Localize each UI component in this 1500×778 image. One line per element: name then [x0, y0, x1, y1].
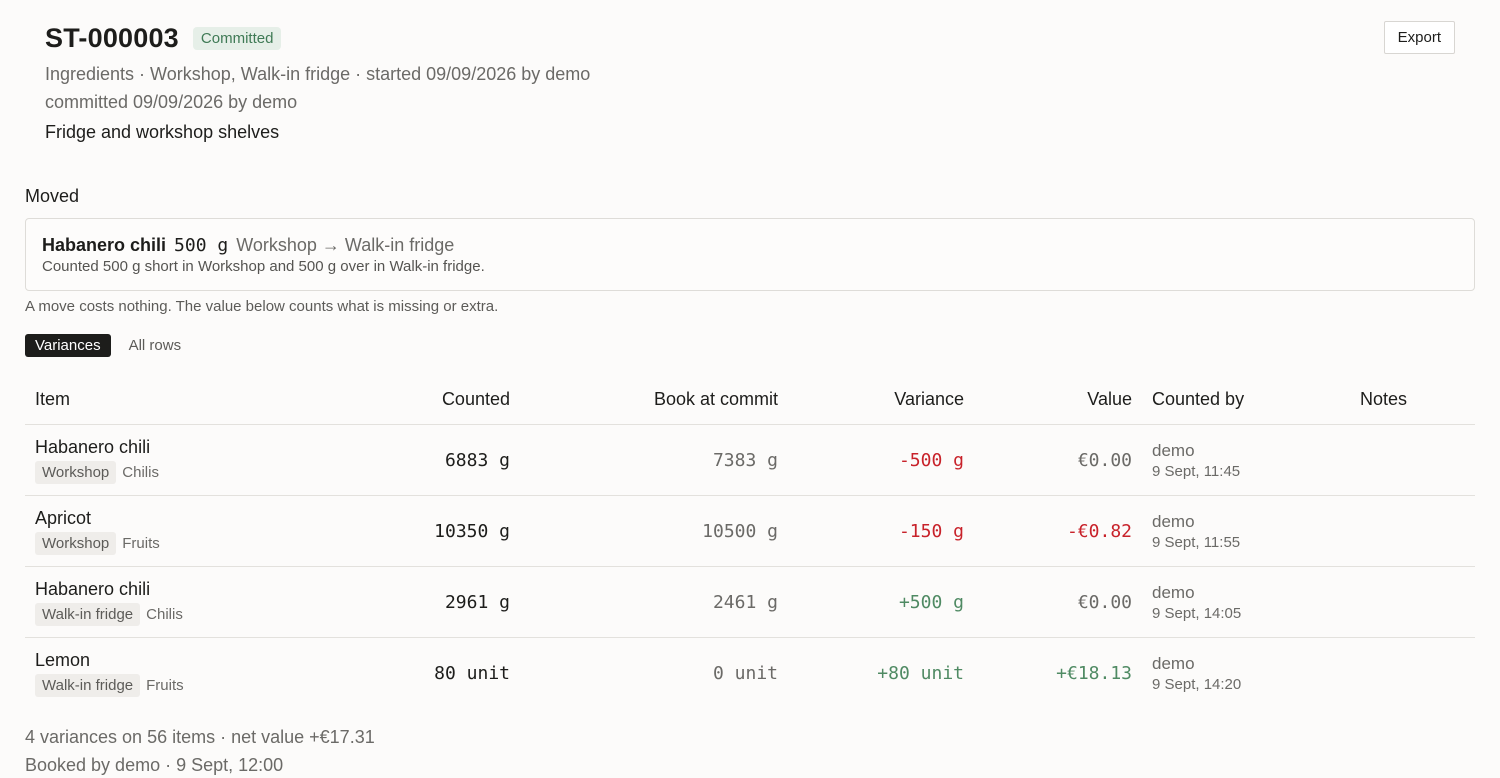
row-variance: +80 unit [877, 662, 964, 684]
col-counted[interactable]: Counted [310, 374, 520, 425]
page-header: ST-000003 Committed Export Ingredients ·… [45, 20, 1455, 147]
count-description: Fridge and workshop shelves [45, 122, 280, 142]
moved-summary: Habanero chili 500 g Workshop → Walk-in … [42, 235, 454, 256]
category-label: Fruits [122, 534, 160, 552]
row-counted-by: demo [1152, 653, 1195, 673]
table-row[interactable]: Habanero chili Walk-in fridge Chilis 2961… [25, 566, 1475, 638]
row-item-name: Habanero chili [35, 436, 151, 457]
page-title: ST-000003 [45, 22, 179, 53]
row-value: €0.00 [1077, 449, 1132, 471]
row-item-name: Habanero chili [35, 578, 151, 599]
row-time: 9 Sept, 11:45 [1152, 462, 1241, 480]
category-label: Chilis [146, 605, 183, 623]
row-value: €0.00 [1077, 591, 1132, 613]
row-counted: 10350 g [434, 520, 510, 542]
moved-route: Workshop → Walk-in fridge [236, 235, 455, 255]
row-variance: -500 g [898, 449, 964, 471]
row-variance: +500 g [898, 591, 964, 613]
variance-table: Item Counted Book at commit Variance Val… [25, 374, 1475, 708]
booked-info: Booked by demo · 9 Sept, 12:00 [25, 755, 284, 775]
row-time: 9 Sept, 14:20 [1152, 675, 1242, 693]
committed-meta: committed 09/09/2026 by demo [45, 92, 298, 112]
category-label: Fruits [146, 676, 184, 694]
row-counted: 2961 g [444, 591, 510, 613]
title-row: ST-000003 Committed [45, 20, 1455, 56]
moved-card: Habanero chili 500 g Workshop → Walk-in … [25, 218, 1475, 291]
moved-detail: Counted 500 g short in Workshop and 500 … [42, 258, 485, 275]
row-book: 0 unit [712, 662, 778, 684]
location-tag: Workshop [35, 531, 117, 555]
table-row[interactable]: Habanero chili Workshop Chilis 6883 g 738… [25, 424, 1475, 496]
row-counted-by: demo [1152, 511, 1195, 531]
row-book: 10500 g [702, 520, 778, 542]
col-value[interactable]: Value [974, 374, 1142, 425]
status-badge: Committed [192, 26, 282, 50]
col-notes[interactable]: Notes [1350, 374, 1475, 425]
category-label: Chilis [122, 463, 159, 481]
location-tag: Walk-in fridge [35, 602, 141, 626]
export-button[interactable]: Export [1383, 21, 1455, 54]
row-counted: 80 unit [434, 662, 510, 684]
view-tabs: Variances All rows [25, 334, 191, 357]
move-note: A move costs nothing. The value below co… [25, 298, 499, 315]
count-meta: Ingredients · Workshop, Walk-in fridge ·… [45, 64, 591, 84]
moved-qty: 500 g [174, 235, 229, 256]
row-book: 7383 g [712, 449, 778, 471]
row-time: 9 Sept, 11:55 [1152, 533, 1241, 551]
row-item-name: Apricot [35, 507, 92, 528]
variance-summary: 4 variances on 56 items · net value +€17… [25, 727, 375, 747]
tab-variances[interactable]: Variances [25, 334, 111, 357]
row-variance: -150 g [898, 520, 964, 542]
col-variance[interactable]: Variance [788, 374, 974, 425]
row-item-name: Lemon [35, 649, 91, 670]
moved-item: Habanero chili [42, 235, 167, 255]
col-item[interactable]: Item [25, 374, 310, 425]
table-row[interactable]: Lemon Walk-in fridge Fruits 80 unit 0 uni… [25, 638, 1475, 709]
location-tag: Walk-in fridge [35, 673, 141, 697]
table-row[interactable]: Apricot Workshop Fruits 10350 g 10500 g -… [25, 495, 1475, 567]
moved-heading: Moved [25, 186, 80, 206]
row-counted: 6883 g [444, 449, 510, 471]
table-header-row: Item Counted Book at commit Variance Val… [25, 374, 1475, 425]
row-value: +€18.13 [1056, 662, 1132, 684]
col-book[interactable]: Book at commit [520, 374, 788, 425]
row-time: 9 Sept, 14:05 [1152, 604, 1242, 622]
row-counted-by: demo [1152, 582, 1195, 602]
row-counted-by: demo [1152, 440, 1195, 460]
row-book: 2461 g [712, 591, 778, 613]
location-tag: Workshop [35, 460, 117, 484]
row-value: -€0.82 [1066, 520, 1132, 542]
tab-all-rows[interactable]: All rows [119, 334, 192, 357]
col-counted-by[interactable]: Counted by [1142, 374, 1350, 425]
